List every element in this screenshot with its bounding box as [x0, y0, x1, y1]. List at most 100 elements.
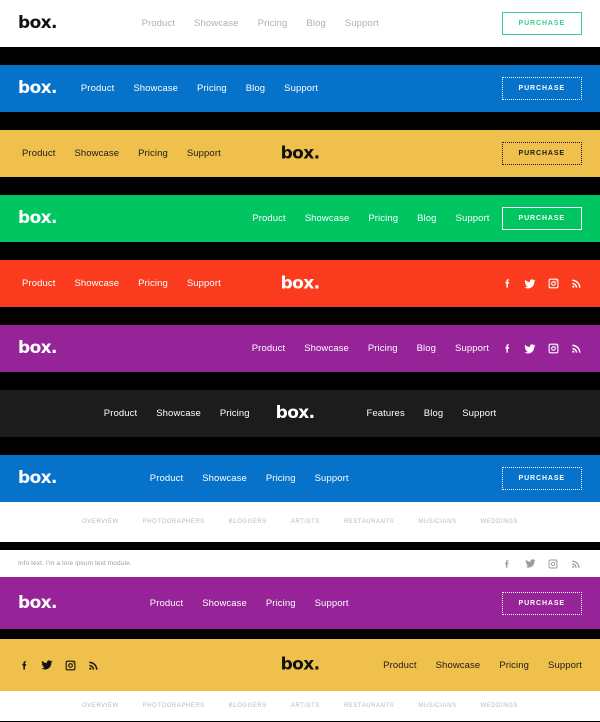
subnav-link-weddings[interactable]: WEDDINGS [481, 703, 518, 709]
nav-link-blog[interactable]: Blog [417, 343, 436, 354]
subnav-link-bloggers[interactable]: BLOGGERS [229, 703, 267, 709]
nav-link-pricing[interactable]: Pricing [258, 18, 288, 29]
subnav-link-weddings[interactable]: WEDDINGS [481, 519, 518, 525]
nav-link-features[interactable]: Features [367, 408, 405, 419]
logo-box[interactable]: box. [18, 80, 57, 97]
nav-link-product[interactable]: Product [150, 598, 183, 609]
nav-link-pricing[interactable]: Pricing [138, 278, 168, 289]
nav-link-product[interactable]: Product [252, 213, 285, 224]
nav-link-showcase[interactable]: Showcase [194, 18, 239, 29]
rss-icon[interactable] [570, 278, 582, 290]
purchase-button[interactable]: PURCHASE [501, 77, 582, 100]
rss-icon[interactable] [570, 343, 582, 355]
logo-box[interactable]: box. [18, 15, 57, 32]
nav-link-support[interactable]: Support [456, 213, 490, 224]
logo-box[interactable]: box. [276, 405, 315, 422]
nav-link-support[interactable]: Support [315, 598, 349, 609]
nav-link-pricing[interactable]: Pricing [499, 660, 529, 671]
nav-link-showcase[interactable]: Showcase [436, 660, 481, 671]
facebook-icon[interactable] [18, 659, 30, 671]
purchase-button[interactable]: PURCHASE [501, 12, 583, 35]
nav-link-pricing[interactable]: Pricing [220, 408, 250, 419]
nav-link-product[interactable]: Product [104, 408, 137, 419]
nav-link-pricing[interactable]: Pricing [138, 148, 168, 159]
nav-link-support[interactable]: Support [548, 660, 582, 671]
instagram-icon[interactable] [547, 343, 559, 355]
nav-link-support[interactable]: Support [462, 408, 496, 419]
subnav-link-artists[interactable]: ARTISTS [291, 703, 320, 709]
nav-link-product[interactable]: Product [142, 18, 175, 29]
main-nav: Product Showcase Pricing Blog Support [81, 83, 318, 94]
instagram-icon[interactable] [64, 659, 76, 671]
nav-link-blog[interactable]: Blog [417, 213, 436, 224]
nav-link-support[interactable]: Support [315, 473, 349, 484]
nav-link-product[interactable]: Product [22, 278, 55, 289]
social-links [501, 278, 582, 290]
subnav-link-restaurants[interactable]: RESTAURANTS [344, 703, 394, 709]
nav-link-pricing[interactable]: Pricing [266, 598, 296, 609]
nav-link-product[interactable]: Product [383, 660, 416, 671]
facebook-icon[interactable] [501, 558, 513, 570]
rss-icon[interactable] [570, 558, 582, 570]
purchase-button[interactable]: PURCHASE [501, 467, 582, 490]
logo-box[interactable]: box. [18, 470, 57, 487]
subnav-link-overview[interactable]: OVERVIEW [82, 703, 119, 709]
nav-link-product[interactable]: Product [252, 343, 285, 354]
subnav-link-restaurants[interactable]: RESTAURANTS [344, 519, 394, 525]
twitter-icon[interactable] [524, 558, 536, 570]
navbar-red: Product Showcase Pricing Support box. [0, 260, 600, 307]
nav-link-blog[interactable]: Blog [246, 83, 265, 94]
nav-link-pricing[interactable]: Pricing [368, 213, 398, 224]
subnav-link-overview[interactable]: OVERVIEW [82, 519, 119, 525]
nav-link-showcase[interactable]: Showcase [202, 473, 247, 484]
nav-link-support[interactable]: Support [187, 278, 221, 289]
logo-box[interactable]: box. [281, 656, 320, 674]
subnav-link-bloggers[interactable]: BLOGGERS [229, 519, 267, 525]
subnav-link-musicians[interactable]: MUSICIANS [418, 703, 456, 709]
subnav-link-photographers[interactable]: PHOTOGRAPHERS [143, 519, 205, 525]
logo-box[interactable]: box. [281, 275, 320, 292]
navbar-blue: box. Product Showcase Pricing Blog Suppo… [0, 65, 600, 112]
nav-link-showcase[interactable]: Showcase [156, 408, 201, 419]
nav-link-support[interactable]: Support [345, 18, 379, 29]
nav-link-blog[interactable]: Blog [424, 408, 443, 419]
navbar-yellow-social: box. Product Showcase Pricing Support [0, 639, 600, 691]
logo-box[interactable]: box. [18, 210, 57, 227]
facebook-icon[interactable] [501, 343, 513, 355]
instagram-icon[interactable] [547, 558, 559, 570]
twitter-icon[interactable] [524, 278, 536, 290]
nav-link-showcase[interactable]: Showcase [202, 598, 247, 609]
nav-link-showcase[interactable]: Showcase [74, 148, 119, 159]
purchase-button[interactable]: PURCHASE [501, 207, 582, 230]
logo-box[interactable]: box. [18, 594, 57, 612]
nav-link-product[interactable]: Product [81, 83, 114, 94]
nav-link-product[interactable]: Product [150, 473, 183, 484]
logo-box[interactable]: box. [281, 145, 320, 162]
nav-link-support[interactable]: Support [284, 83, 318, 94]
nav-link-showcase[interactable]: Showcase [74, 278, 119, 289]
nav-link-pricing[interactable]: Pricing [197, 83, 227, 94]
navbar-blue-with-subnav: box. Product Showcase Pricing Support PU… [0, 455, 600, 502]
twitter-icon[interactable] [524, 343, 536, 355]
nav-link-showcase[interactable]: Showcase [305, 213, 350, 224]
nav-link-support[interactable]: Support [455, 343, 489, 354]
purchase-button[interactable]: PURCHASE [501, 142, 582, 165]
facebook-icon[interactable] [501, 278, 513, 290]
nav-link-pricing[interactable]: Pricing [266, 473, 296, 484]
nav-link-blog[interactable]: Blog [306, 18, 325, 29]
rss-icon[interactable] [87, 659, 99, 671]
subnav-link-artists[interactable]: ARTISTS [291, 519, 320, 525]
subnav-link-musicians[interactable]: MUSICIANS [418, 519, 456, 525]
nav-link-pricing[interactable]: Pricing [368, 343, 398, 354]
navbar-dark: Product Showcase Pricing box. Features B… [0, 390, 600, 437]
nav-link-support[interactable]: Support [187, 148, 221, 159]
nav-link-product[interactable]: Product [22, 148, 55, 159]
twitter-icon[interactable] [41, 659, 53, 671]
logo-box[interactable]: box. [18, 340, 57, 357]
purchase-button[interactable]: PURCHASE [501, 591, 582, 615]
nav-link-showcase[interactable]: Showcase [304, 343, 349, 354]
instagram-icon[interactable] [547, 278, 559, 290]
nav-link-showcase[interactable]: Showcase [133, 83, 178, 94]
social-links [501, 343, 582, 355]
subnav-link-photographers[interactable]: PHOTOGRAPHERS [143, 703, 205, 709]
